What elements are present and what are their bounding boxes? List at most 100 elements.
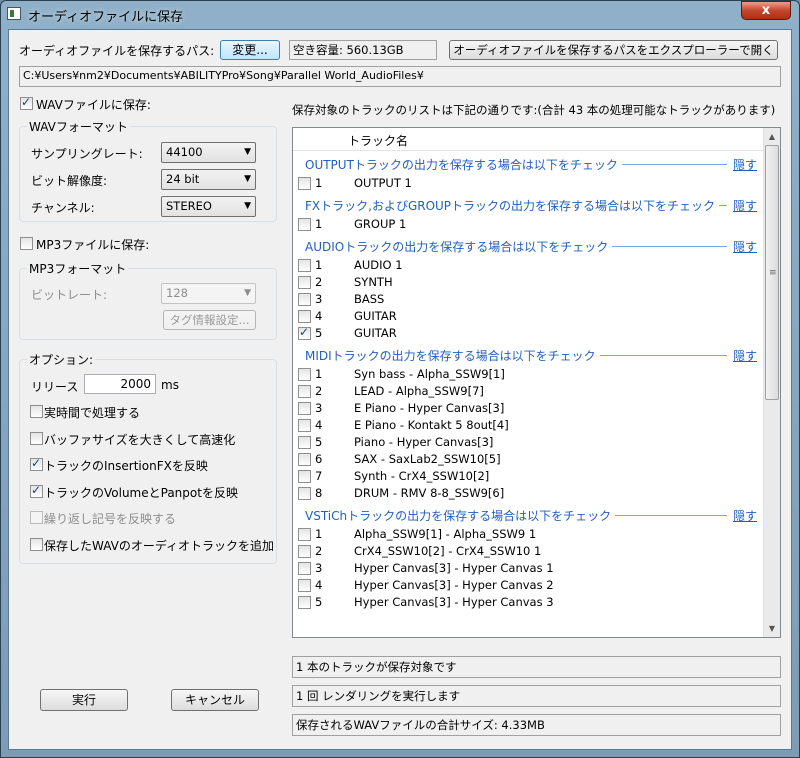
track-name: E Piano - Hyper Canvas[3]	[354, 401, 505, 415]
hide-section-link[interactable]: 隠す	[730, 507, 757, 524]
hide-section-link[interactable]: 隠す	[730, 238, 757, 255]
cancel-button[interactable]: キャンセル	[171, 689, 259, 711]
change-path-button[interactable]: 変更...	[220, 40, 280, 60]
track-name: Hyper Canvas[3] - Hyper Canvas 1	[354, 561, 554, 575]
track-number: 3	[315, 401, 323, 415]
scroll-down-icon[interactable]: ▼	[764, 620, 780, 637]
track-checkbox[interactable]	[298, 453, 311, 466]
track-number: 3	[315, 292, 323, 306]
path-label: オーディオファイルを保存するパス:	[19, 44, 215, 58]
track-row[interactable]: 2 SYNTH	[293, 274, 763, 291]
track-row[interactable]: 5 GUITAR	[293, 325, 763, 342]
track-list[interactable]: トラック名 OUTPUTトラックの出力を保存する場合は以下をチェック 隠す 1 OUT…	[292, 127, 781, 638]
track-name: AUDIO 1	[354, 258, 403, 272]
track-checkbox[interactable]	[298, 579, 311, 592]
track-name: GROUP 1	[354, 217, 407, 231]
section-title: MIDIトラックの出力を保存する場合は以下をチェック	[305, 347, 600, 364]
mp3-save-checkbox[interactable]	[20, 237, 33, 250]
track-row[interactable]: 7 Synth - CrX4_SSW10[2]	[293, 468, 763, 485]
track-row[interactable]: 4 GUITAR	[293, 308, 763, 325]
track-row[interactable]: 5 Piano - Hyper Canvas[3]	[293, 434, 763, 451]
option-checkbox[interactable]	[30, 431, 43, 445]
track-row[interactable]: 1 AUDIO 1	[293, 257, 763, 274]
samplerate-select[interactable]: 44100 ▼	[161, 142, 256, 163]
hide-section-link[interactable]: 隠す	[730, 197, 757, 214]
option-label: バッファサイズを大きくして高速化	[44, 432, 236, 447]
track-checkbox[interactable]	[298, 436, 311, 449]
track-number: 6	[315, 452, 323, 466]
track-row[interactable]: 1 Alpha_SSW9[1] - Alpha_SSW9 1	[293, 526, 763, 543]
track-row[interactable]: 2 LEAD - Alpha_SSW9[7]	[293, 383, 763, 400]
track-name: Hyper Canvas[3] - Hyper Canvas 2	[354, 578, 554, 592]
track-row[interactable]: 6 SAX - SaxLab2_SSW10[5]	[293, 451, 763, 468]
close-button[interactable]: x	[741, 1, 791, 20]
track-row[interactable]: 2 CrX4_SSW10[2] - CrX4_SSW10 1	[293, 543, 763, 560]
hide-section-link[interactable]: 隠す	[730, 156, 757, 173]
track-checkbox[interactable]	[298, 596, 311, 609]
bitdepth-value: 24 bit	[166, 172, 200, 186]
wav-save-checkbox[interactable]	[20, 95, 33, 110]
track-number: 1	[315, 258, 323, 272]
bitdepth-select[interactable]: 24 bit ▼	[161, 169, 256, 190]
track-row[interactable]: 1 OUTPUT 1	[293, 175, 763, 192]
track-row[interactable]: 4 Hyper Canvas[3] - Hyper Canvas 2	[293, 577, 763, 594]
tag-info-button[interactable]: タグ情報設定...	[163, 310, 256, 330]
title-bar[interactable]: オーディオファイルに保存 x	[0, 0, 800, 28]
track-checkbox[interactable]	[298, 470, 311, 483]
chevron-down-icon: ▼	[244, 201, 251, 211]
track-number: 3	[315, 561, 323, 575]
option-checkbox[interactable]	[30, 405, 43, 418]
track-row[interactable]: 1 Syn bass - Alpha_SSW9[1]	[293, 366, 763, 383]
track-checkbox[interactable]	[298, 259, 311, 272]
track-checkbox[interactable]	[298, 177, 311, 190]
track-checkbox[interactable]	[298, 528, 311, 541]
open-explorer-button[interactable]: オーディオファイルを保存するパスをエクスプローラーで開く	[449, 40, 778, 60]
release-label: リリース	[31, 380, 79, 394]
track-checkbox[interactable]	[298, 487, 311, 500]
track-checkbox[interactable]	[298, 368, 311, 381]
track-name: CrX4_SSW10[2] - CrX4_SSW10 1	[354, 544, 542, 558]
track-checkbox[interactable]	[298, 325, 311, 340]
track-checkbox[interactable]	[298, 402, 311, 415]
track-checkbox[interactable]	[298, 310, 311, 323]
scroll-up-icon[interactable]: ▲	[764, 128, 780, 145]
option-checkbox[interactable]	[30, 456, 43, 471]
track-row[interactable]: 3 Hyper Canvas[3] - Hyper Canvas 1	[293, 560, 763, 577]
hide-section-link[interactable]: 隠す	[730, 347, 757, 364]
track-row[interactable]: 3 BASS	[293, 291, 763, 308]
section-title: OUTPUTトラックの出力を保存する場合は以下をチェック	[305, 156, 622, 173]
track-number: 1	[315, 527, 323, 541]
bitrate-select[interactable]: 128 ▼	[161, 283, 256, 304]
execute-button[interactable]: 実行	[40, 689, 128, 711]
track-name: OUTPUT 1	[354, 176, 412, 190]
option-checkbox[interactable]	[30, 537, 43, 551]
channel-select[interactable]: STEREO ▼	[161, 196, 256, 217]
track-row[interactable]: 3 E Piano - Hyper Canvas[3]	[293, 400, 763, 417]
mp3-save-label: MP3ファイルに保存:	[36, 238, 150, 252]
track-checkbox[interactable]	[298, 218, 311, 231]
track-section-header: AUDIOトラックの出力を保存する場合は以下をチェック 隠す	[293, 233, 763, 257]
track-checkbox[interactable]	[298, 545, 311, 558]
track-row[interactable]: 1 GROUP 1	[293, 216, 763, 233]
track-checkbox[interactable]	[298, 276, 311, 289]
track-checkbox[interactable]	[298, 293, 311, 306]
wav-save-label: WAVファイルに保存:	[36, 98, 151, 112]
track-row[interactable]: 5 Hyper Canvas[3] - Hyper Canvas 3	[293, 594, 763, 611]
track-checkbox[interactable]	[298, 419, 311, 432]
option-checkbox[interactable]	[30, 511, 43, 524]
track-section-header: OUTPUTトラックの出力を保存する場合は以下をチェック 隠す	[293, 151, 763, 175]
track-number: 1	[315, 176, 323, 190]
track-number: 2	[315, 544, 323, 558]
option-label: 繰り返し記号を反映する	[44, 512, 177, 526]
track-checkbox[interactable]	[298, 562, 311, 575]
option-checkbox[interactable]	[30, 483, 43, 498]
option-label: トラックのInsertionFXを反映	[44, 459, 208, 473]
scroll-thumb[interactable]: ≡	[765, 145, 779, 400]
track-checkbox[interactable]	[298, 385, 311, 398]
chevron-down-icon: ▼	[244, 288, 251, 298]
vertical-scrollbar[interactable]: ▲ ≡ ▼	[763, 128, 780, 637]
track-row[interactable]: 4 E Piano - Kontakt 5 8out[4]	[293, 417, 763, 434]
release-input[interactable]: 2000	[84, 374, 156, 394]
wav-format-title: WAVフォーマット	[27, 118, 130, 135]
track-row[interactable]: 8 DRUM - RMV 8-8_SSW9[6]	[293, 485, 763, 502]
